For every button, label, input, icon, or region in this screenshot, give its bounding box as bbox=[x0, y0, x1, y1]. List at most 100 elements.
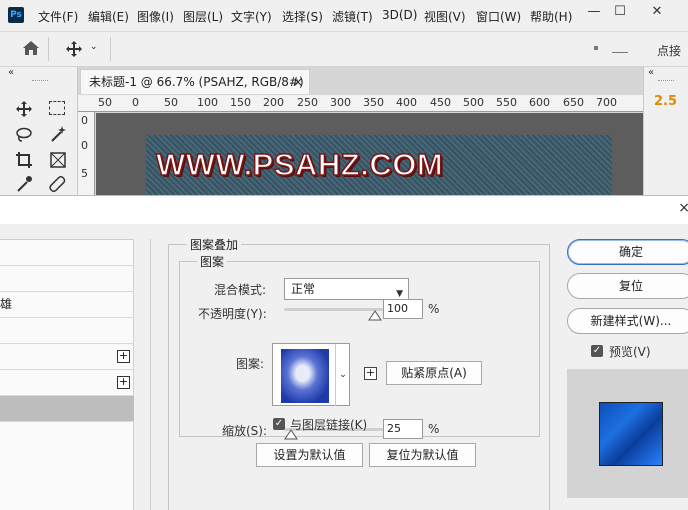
ruler-label: 350 bbox=[363, 96, 384, 109]
preview-checkbox[interactable]: ✓ bbox=[591, 345, 603, 357]
reset-default-button[interactable]: 复位为默认值 bbox=[369, 443, 476, 467]
canvas-pasteboard[interactable]: WWW.PSAHZ.COM bbox=[96, 113, 643, 195]
ruler-label: 150 bbox=[230, 96, 251, 109]
pattern-overlay-group: 图案叠加 图案 混合模式: 正常 ▼ 不透明度(Y): 100 % 图案: ⌄ … bbox=[168, 236, 550, 510]
chevron-down-icon[interactable]: ⌄ bbox=[335, 344, 350, 406]
menu-file[interactable]: 文件(F) bbox=[38, 8, 78, 25]
close-window-button[interactable]: ✕ bbox=[643, 3, 671, 21]
set-default-button[interactable]: 设置为默认值 bbox=[256, 443, 363, 467]
menu-image[interactable]: 图像(I) bbox=[137, 8, 174, 25]
new-style-button[interactable]: 新建样式(W)... bbox=[567, 308, 688, 334]
ruler-label: 5 bbox=[81, 167, 88, 180]
style-list-item-selected[interactable] bbox=[0, 396, 134, 422]
marquee-tool-icon[interactable] bbox=[49, 101, 65, 115]
subgroup-title: 图案 bbox=[197, 253, 228, 270]
add-style-icon[interactable]: + bbox=[117, 376, 130, 389]
ruler-label: 100 bbox=[197, 96, 218, 109]
healing-brush-icon[interactable] bbox=[49, 175, 67, 195]
align-icon[interactable] bbox=[594, 46, 598, 50]
layer-style-dialog: × 雄 + + 图案叠加 图案 混合模式: 正常 ▼ 不透明度(Y): 100 … bbox=[0, 195, 688, 510]
ruler-label: 400 bbox=[396, 96, 417, 109]
toolbar-divider bbox=[110, 37, 111, 61]
grip-icon[interactable] bbox=[32, 80, 48, 82]
menu-type[interactable]: 文字(Y) bbox=[231, 8, 272, 25]
document-canvas[interactable]: WWW.PSAHZ.COM bbox=[146, 135, 612, 195]
ruler-label: 200 bbox=[263, 96, 284, 109]
opacity-slider-thumb[interactable] bbox=[368, 310, 382, 324]
grip-icon[interactable] bbox=[658, 80, 674, 82]
toolbar-divider bbox=[48, 37, 49, 61]
chevron-down-icon[interactable]: ⌄ bbox=[90, 42, 98, 52]
style-list-item[interactable]: 雄 bbox=[0, 292, 134, 318]
snap-to-origin-button[interactable]: 贴紧原点(A) bbox=[386, 361, 482, 385]
photoshop-window: Ps 文件(F) 编辑(E) 图像(I) 图层(L) 文字(Y) 选择(S) 滤… bbox=[0, 0, 688, 195]
lasso-tool-icon[interactable] bbox=[15, 127, 33, 146]
scale-input[interactable]: 25 bbox=[383, 419, 423, 439]
blend-mode-value: 正常 bbox=[291, 282, 316, 296]
blend-mode-select[interactable]: 正常 ▼ bbox=[284, 278, 409, 300]
ruler-label: 0 bbox=[81, 114, 88, 127]
ruler-label: 50 bbox=[98, 96, 112, 109]
collapse-icon[interactable]: « bbox=[648, 67, 654, 78]
move-tool-icon[interactable] bbox=[15, 100, 33, 121]
menu-window[interactable]: 窗口(W) bbox=[476, 8, 521, 25]
canvas-text-layer[interactable]: WWW.PSAHZ.COM bbox=[155, 146, 443, 183]
frame-tool-icon[interactable] bbox=[49, 151, 67, 172]
dialog-close-icon[interactable]: × bbox=[678, 200, 688, 216]
opacity-input[interactable]: 100 bbox=[383, 299, 423, 319]
menu-view[interactable]: 视图(V) bbox=[424, 8, 466, 25]
pattern-preview-image bbox=[281, 349, 329, 403]
group-title: 图案叠加 bbox=[187, 236, 242, 253]
move-icon[interactable] bbox=[65, 40, 83, 61]
opacity-unit: % bbox=[428, 302, 440, 316]
document-area: 未标题-1 @ 66.7% (PSAHZ, RGB/8#) * × 50 0 5… bbox=[78, 67, 643, 195]
style-list-item[interactable] bbox=[0, 240, 134, 266]
distribute-icon[interactable] bbox=[612, 52, 628, 53]
dialog-titlebar: × bbox=[0, 196, 688, 224]
style-list-item[interactable]: + bbox=[0, 344, 134, 370]
pattern-picker[interactable]: ⌄ bbox=[272, 343, 350, 406]
menu-help[interactable]: 帮助(H) bbox=[530, 8, 572, 25]
menu-filter[interactable]: 滤镜(T) bbox=[332, 8, 373, 25]
style-list-item[interactable]: + bbox=[0, 370, 134, 396]
panel-value[interactable]: 2.5 bbox=[654, 94, 677, 109]
style-list-item[interactable] bbox=[0, 266, 134, 292]
style-preview bbox=[567, 369, 688, 498]
link-with-layer-checkbox[interactable]: ✓ bbox=[273, 418, 285, 430]
menu-bar: Ps 文件(F) 编辑(E) 图像(I) 图层(L) 文字(Y) 选择(S) 滤… bbox=[0, 0, 688, 31]
crop-tool-icon[interactable] bbox=[15, 151, 33, 172]
photoshop-logo: Ps bbox=[8, 7, 24, 23]
style-list: 雄 + + bbox=[0, 239, 134, 510]
toolbar-right-label[interactable]: 点接 bbox=[657, 42, 681, 59]
menu-3d[interactable]: 3D(D) bbox=[382, 8, 417, 22]
blend-mode-label: 混合模式: bbox=[214, 283, 267, 297]
menu-layer[interactable]: 图层(L) bbox=[183, 8, 223, 25]
style-list-item[interactable] bbox=[0, 318, 134, 344]
eyedropper-icon[interactable] bbox=[15, 175, 33, 195]
tab-close-icon[interactable]: × bbox=[293, 70, 303, 94]
style-item-label: 雄 bbox=[0, 297, 13, 311]
new-preset-icon[interactable]: + bbox=[364, 367, 377, 380]
ok-button[interactable]: 确定 bbox=[567, 239, 688, 265]
add-style-icon[interactable]: + bbox=[117, 350, 130, 363]
reset-button[interactable]: 复位 bbox=[567, 273, 688, 299]
ruler-label: 600 bbox=[529, 96, 550, 109]
ruler-label: 650 bbox=[563, 96, 584, 109]
pattern-label: 图案: bbox=[236, 357, 265, 371]
preview-swatch bbox=[599, 402, 663, 466]
menu-edit[interactable]: 编辑(E) bbox=[88, 8, 129, 25]
minimize-button[interactable]: — bbox=[580, 3, 608, 21]
magic-wand-icon[interactable] bbox=[49, 125, 67, 146]
panel-divider bbox=[150, 239, 151, 510]
ruler-label: 0 bbox=[81, 139, 88, 152]
home-icon[interactable] bbox=[22, 40, 40, 59]
opacity-label: 不透明度(Y): bbox=[198, 307, 267, 321]
collapse-icon[interactable]: « bbox=[8, 67, 14, 78]
ruler-label: 700 bbox=[596, 96, 617, 109]
document-tab[interactable]: 未标题-1 @ 66.7% (PSAHZ, RGB/8#) * × bbox=[80, 69, 310, 113]
right-panel-dock: « 2.5 bbox=[643, 67, 688, 195]
menu-select[interactable]: 选择(S) bbox=[282, 8, 323, 25]
maximize-button[interactable]: ☐ bbox=[606, 3, 634, 21]
ruler-label: 300 bbox=[330, 96, 351, 109]
pattern-subgroup: 图案 混合模式: 正常 ▼ 不透明度(Y): 100 % 图案: ⌄ + 贴紧原… bbox=[179, 253, 540, 440]
